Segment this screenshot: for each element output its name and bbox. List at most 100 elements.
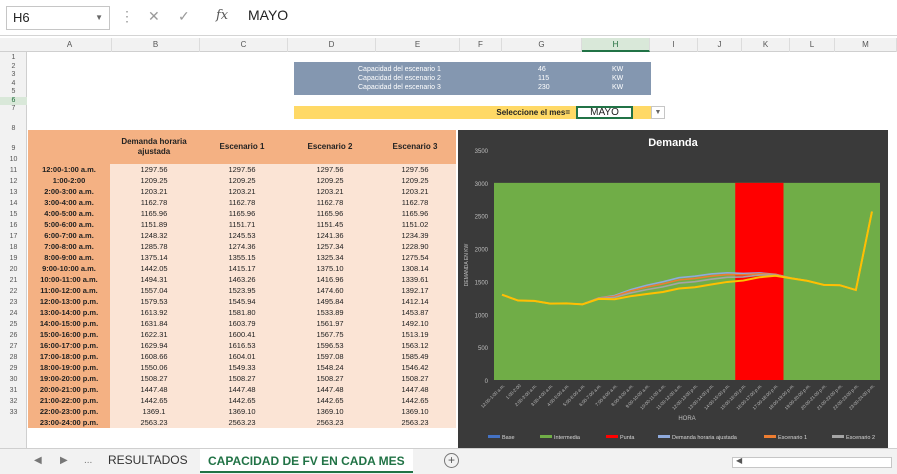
hour-cell[interactable]: 11:00-12:00 a.m.: [28, 285, 110, 296]
value-cell[interactable]: 1257.34: [286, 241, 374, 252]
value-cell[interactable]: 1162.78: [110, 197, 198, 208]
enter-icon[interactable]: ✓: [178, 8, 190, 25]
value-cell[interactable]: 1567.75: [286, 329, 374, 340]
value-cell[interactable]: 1297.56: [374, 164, 456, 175]
value-cell[interactable]: 1375.14: [110, 252, 198, 263]
row-header-32[interactable]: 32: [0, 396, 27, 407]
value-cell[interactable]: 1561.97: [286, 318, 374, 329]
value-cell[interactable]: 1275.54: [374, 252, 456, 263]
column-header-m[interactable]: M: [835, 38, 897, 52]
value-cell[interactable]: 1550.06: [110, 362, 198, 373]
hour-cell[interactable]: 1:00-2:00: [28, 175, 110, 186]
name-box[interactable]: H6 ▼: [6, 6, 110, 30]
column-header-f[interactable]: F: [460, 38, 502, 52]
hour-cell[interactable]: 2:00-3:00 a.m.: [28, 186, 110, 197]
row-header-8[interactable]: 8: [0, 114, 27, 143]
row-header-5[interactable]: 5: [0, 88, 27, 97]
value-cell[interactable]: 1412.14: [374, 296, 456, 307]
row-header-23[interactable]: 23: [0, 297, 27, 308]
row-header-16[interactable]: 16: [0, 220, 27, 231]
value-cell[interactable]: 1151.89: [110, 219, 198, 230]
hour-cell[interactable]: 4:00-5:00 a.m.: [28, 208, 110, 219]
value-cell[interactable]: 1165.96: [198, 208, 286, 219]
row-header-11[interactable]: 11: [0, 165, 27, 176]
value-cell[interactable]: 2563.23: [110, 417, 198, 428]
value-cell[interactable]: 1453.87: [374, 307, 456, 318]
column-header-k[interactable]: K: [742, 38, 790, 52]
table-header-cell[interactable]: Escenario 3: [374, 130, 456, 164]
row-header-4[interactable]: 4: [0, 80, 27, 89]
value-cell[interactable]: 1369.10: [286, 406, 374, 417]
value-cell[interactable]: 1165.96: [374, 208, 456, 219]
value-cell[interactable]: 1549.33: [198, 362, 286, 373]
value-cell[interactable]: 1442.65: [110, 395, 198, 406]
value-cell[interactable]: 1151.71: [198, 219, 286, 230]
row-header-10[interactable]: 10: [0, 154, 27, 165]
value-cell[interactable]: 1523.95: [198, 285, 286, 296]
hour-cell[interactable]: 8:00-9:00 a.m.: [28, 252, 110, 263]
hour-cell[interactable]: 10:00-11:00 a.m.: [28, 274, 110, 285]
value-cell[interactable]: 1165.96: [286, 208, 374, 219]
hour-cell[interactable]: 5:00-6:00 a.m.: [28, 219, 110, 230]
value-cell[interactable]: 1545.94: [198, 296, 286, 307]
column-header-i[interactable]: I: [650, 38, 698, 52]
value-cell[interactable]: 1274.36: [198, 241, 286, 252]
value-cell[interactable]: 1508.27: [374, 373, 456, 384]
value-cell[interactable]: 1622.31: [110, 329, 198, 340]
value-cell[interactable]: 1474.60: [286, 285, 374, 296]
value-cell[interactable]: 1245.53: [198, 230, 286, 241]
hour-cell[interactable]: 23:00-24:00 p.m.: [28, 417, 110, 428]
hour-cell[interactable]: 12:00-1:00 a.m.: [28, 164, 110, 175]
more-sheets-button[interactable]: ...: [84, 455, 92, 466]
value-cell[interactable]: 1151.02: [374, 219, 456, 230]
value-cell[interactable]: 1203.21: [286, 186, 374, 197]
row-header-24[interactable]: 24: [0, 308, 27, 319]
hour-cell[interactable]: 19:00-20:00 p.m.: [28, 373, 110, 384]
row-header-15[interactable]: 15: [0, 209, 27, 220]
month-dropdown-button[interactable]: ▼: [651, 106, 665, 119]
value-cell[interactable]: 1297.56: [110, 164, 198, 175]
value-cell[interactable]: 1151.45: [286, 219, 374, 230]
value-cell[interactable]: 1241.36: [286, 230, 374, 241]
value-cell[interactable]: 2563.23: [374, 417, 456, 428]
value-cell[interactable]: 1442.05: [110, 263, 198, 274]
row-header-9[interactable]: 9: [0, 143, 27, 154]
value-cell[interactable]: 1165.96: [110, 208, 198, 219]
row-header-1[interactable]: 1: [0, 54, 27, 63]
hour-cell[interactable]: 18:00-19:00 p.m.: [28, 362, 110, 373]
value-cell[interactable]: 1557.04: [110, 285, 198, 296]
value-cell[interactable]: 1308.14: [374, 263, 456, 274]
hour-cell[interactable]: 7:00-8:00 a.m.: [28, 241, 110, 252]
hour-cell[interactable]: 3:00-4:00 a.m.: [28, 197, 110, 208]
value-cell[interactable]: 1415.17: [198, 263, 286, 274]
value-cell[interactable]: 1494.31: [110, 274, 198, 285]
value-cell[interactable]: 1369.1: [110, 406, 198, 417]
formula-input[interactable]: MAYO: [248, 7, 288, 23]
hour-cell[interactable]: 20:00-21:00 p.m.: [28, 384, 110, 395]
value-cell[interactable]: 1629.94: [110, 340, 198, 351]
hour-cell[interactable]: 15:00-16:00 p.m.: [28, 329, 110, 340]
row-header-25[interactable]: 25: [0, 319, 27, 330]
row-header-19[interactable]: 19: [0, 253, 27, 264]
value-cell[interactable]: 1416.96: [286, 274, 374, 285]
column-header-l[interactable]: L: [790, 38, 835, 52]
value-cell[interactable]: 1613.92: [110, 307, 198, 318]
value-cell[interactable]: 1447.48: [110, 384, 198, 395]
row-header-2[interactable]: 2: [0, 63, 27, 72]
table-header-cell[interactable]: Demanda horaria ajustada: [110, 130, 198, 164]
hour-cell[interactable]: 22:00-23:00 p.m.: [28, 406, 110, 417]
hour-cell[interactable]: 16:00-17:00 p.m.: [28, 340, 110, 351]
value-cell[interactable]: 1234.39: [374, 230, 456, 241]
value-cell[interactable]: 1392.17: [374, 285, 456, 296]
month-selector-cell[interactable]: MAYO: [576, 106, 633, 119]
row-header-3[interactable]: 3: [0, 71, 27, 80]
hour-cell[interactable]: 14:00-15:00 p.m.: [28, 318, 110, 329]
column-header-c[interactable]: C: [200, 38, 288, 52]
value-cell[interactable]: 1463.26: [198, 274, 286, 285]
row-header-26[interactable]: 26: [0, 330, 27, 341]
value-cell[interactable]: 1508.27: [198, 373, 286, 384]
row-header-12[interactable]: 12: [0, 176, 27, 187]
value-cell[interactable]: 1608.66: [110, 351, 198, 362]
value-cell[interactable]: 1508.27: [110, 373, 198, 384]
horizontal-scrollbar[interactable]: ◀: [732, 456, 892, 468]
